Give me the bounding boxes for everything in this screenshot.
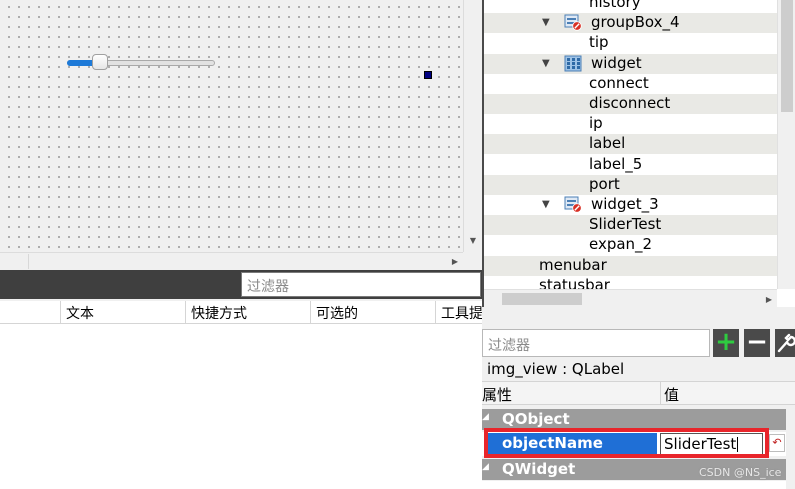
tree-item[interactable]: ip: [484, 114, 779, 134]
tree-item-label: connect: [589, 74, 649, 92]
tree-item[interactable]: label: [484, 134, 779, 154]
tree-item-label: port: [589, 175, 620, 193]
tree-item-label: disconnect: [589, 94, 671, 112]
groupbox-icon: [564, 14, 582, 31]
tree-item-label: widget: [591, 54, 642, 72]
value-column-header[interactable]: 值: [664, 384, 679, 405]
column-header-checkable[interactable]: 可选的: [311, 301, 436, 323]
grid-layout-icon: [564, 55, 582, 72]
tree-item[interactable]: expan_2: [484, 235, 779, 255]
tree-item[interactable]: menubar: [484, 256, 779, 276]
plus-icon[interactable]: +: [713, 329, 739, 357]
expand-arrow-icon[interactable]: ▼: [542, 199, 550, 210]
tree-item-label: expan_2: [589, 235, 653, 253]
action-filter-input[interactable]: 过滤器: [241, 272, 481, 297]
selected-object-class-label: img_view : QLabel: [482, 359, 795, 380]
tree-item[interactable]: tip: [484, 33, 779, 53]
tree-item-label: label: [589, 134, 626, 152]
action-table-header: 文本 快捷方式 可选的 工具提: [0, 301, 482, 324]
canvas-horizontal-scrollbar[interactable]: ▶: [0, 252, 463, 270]
column-header-blank[interactable]: [0, 301, 61, 323]
tree-item-label: ip: [589, 114, 603, 132]
next-property-row[interactable]: [482, 481, 786, 489]
tree-item[interactable]: connect: [484, 74, 779, 94]
tree-item-label: widget_3: [591, 195, 659, 213]
canvas-vertical-scrollbar[interactable]: ▼: [463, 0, 483, 252]
highlight-annotation-box: [484, 428, 769, 458]
tree-item[interactable]: ▼ groupBox_4: [484, 13, 779, 33]
tree-item-label: history: [589, 0, 641, 11]
scroll-right-arrow-icon[interactable]: ▶: [447, 253, 463, 269]
column-header-shortcut[interactable]: 快捷方式: [186, 301, 311, 323]
object-inspector[interactable]: history ▼ groupBox_4tip ▼ widget connect disco…: [482, 0, 795, 308]
header-divider[interactable]: [660, 382, 661, 404]
form-canvas[interactable]: [0, 0, 463, 252]
scroll-right-arrow-icon[interactable]: ▶: [761, 291, 777, 307]
column-header-tooltip[interactable]: 工具提: [436, 301, 482, 323]
collapse-arrow-icon[interactable]: ◢: [482, 412, 489, 422]
selection-handle[interactable]: [424, 71, 432, 79]
property-column-header[interactable]: 属性: [482, 384, 512, 405]
tree-item-label: label_5: [589, 155, 643, 173]
scroll-corner: [463, 252, 482, 269]
tree-item[interactable]: SliderTest: [484, 215, 779, 235]
collapse-arrow-icon[interactable]: ◢: [482, 462, 489, 472]
expand-arrow-icon[interactable]: ▼: [542, 58, 550, 69]
group-qobject[interactable]: ◢ QObject: [482, 409, 786, 430]
object-tree-hscrollbar[interactable]: ▶: [484, 289, 777, 308]
scroll-down-arrow-icon[interactable]: ▼: [465, 232, 481, 248]
tree-item[interactable]: history: [484, 0, 779, 13]
reset-arrow-icon[interactable]: ↶: [769, 434, 785, 452]
action-table-body[interactable]: [0, 324, 482, 489]
minus-icon[interactable]: −: [744, 329, 770, 357]
property-editor-vscrollbar[interactable]: [786, 405, 795, 489]
watermark-text: CSDN @NS_ice: [699, 466, 782, 479]
canvas-hscroll-thumb[interactable]: [0, 254, 29, 269]
property-filter-input[interactable]: 过滤器: [482, 329, 710, 357]
canvas-vscroll-thumb[interactable]: [467, 0, 480, 128]
group-qobject-label: QObject: [502, 410, 570, 428]
tree-item[interactable]: port: [484, 175, 779, 195]
groupbox-icon: [564, 196, 582, 213]
slider-handle[interactable]: [92, 54, 108, 70]
object-tree-vscrollbar[interactable]: [777, 0, 795, 289]
tree-item[interactable]: ▼ widget_3: [484, 195, 779, 215]
tree-item-label: tip: [589, 33, 609, 51]
object-tree-vscroll-thumb[interactable]: [781, 0, 793, 112]
tree-item-label: menubar: [539, 256, 607, 274]
wrench-icon[interactable]: [775, 329, 795, 357]
tree-item[interactable]: disconnect: [484, 94, 779, 114]
group-qwidget-label: QWidget: [502, 460, 576, 478]
tree-item[interactable]: ▼ widget: [484, 54, 779, 74]
tree-item-label: SliderTest: [589, 215, 662, 233]
property-table-header: 属性 值: [482, 381, 795, 405]
tree-item-label: groupBox_4: [591, 13, 680, 31]
column-header-text[interactable]: 文本: [61, 301, 186, 323]
object-tree-hscroll-thumb[interactable]: [502, 293, 582, 305]
expand-arrow-icon[interactable]: ▼: [542, 17, 550, 28]
tree-item[interactable]: label_5: [484, 155, 779, 175]
